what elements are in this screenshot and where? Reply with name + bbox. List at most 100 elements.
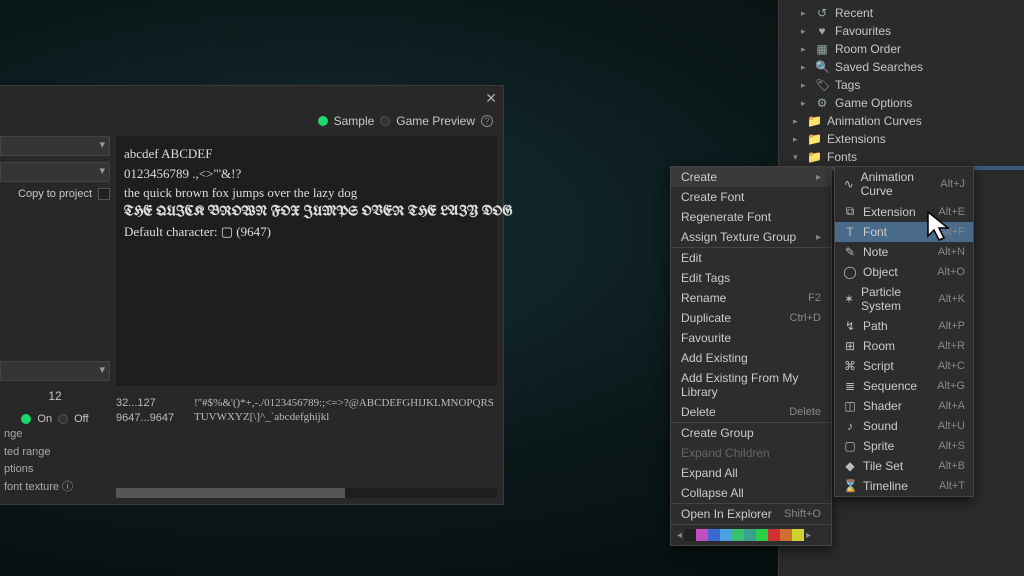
context-menu-item[interactable]: Edit <box>671 247 831 268</box>
create-submenu-item[interactable]: ◆Tile SetAlt+B <box>835 456 973 476</box>
preview-line: Default character: ▢ (9647) <box>124 222 489 242</box>
timeline-icon: ⌛ <box>843 479 857 493</box>
char-range[interactable]: 32...127 <box>116 396 186 411</box>
sound-icon: ♪ <box>843 419 857 433</box>
tree-quick-item[interactable]: ▸🏷Tags <box>779 76 1024 94</box>
extension-icon: ⧉ <box>843 204 857 219</box>
create-submenu-item[interactable]: ⧉ExtensionAlt+E <box>835 201 973 222</box>
tile set-icon: ◆ <box>843 459 857 473</box>
context-menu-create[interactable]: Create▸ <box>671 167 831 187</box>
animation curve-icon: ∿ <box>843 177 855 191</box>
color-swatch[interactable] <box>744 529 756 541</box>
font-size-value[interactable]: 12 <box>0 389 110 403</box>
off-label[interactable]: Off <box>74 413 88 425</box>
create-submenu-item[interactable]: ✶Particle SystemAlt+K <box>835 282 973 316</box>
color-swatch[interactable] <box>684 529 696 541</box>
font-size-controls: 12 On Off <box>0 361 110 425</box>
tree-quick-item[interactable]: ▸⚙Game Options <box>779 94 1024 112</box>
context-menu-item[interactable]: Expand All <box>671 463 831 483</box>
font-editor-panel: ✕ Sample Game Preview ? Copy to project … <box>0 85 504 505</box>
create-submenu-item[interactable]: ↯PathAlt+P <box>835 316 973 336</box>
color-swatch[interactable] <box>780 529 792 541</box>
create-submenu-item[interactable]: ⌛TimelineAlt+T <box>835 476 973 496</box>
create-submenu-item[interactable]: ⊞RoomAlt+R <box>835 336 973 356</box>
game-preview-radio[interactable] <box>380 116 390 126</box>
sequence-icon: ≣ <box>843 379 857 393</box>
create-submenu-item[interactable]: ▢SpriteAlt+S <box>835 436 973 456</box>
range-option[interactable]: ted range <box>4 444 108 462</box>
on-label[interactable]: On <box>37 413 52 425</box>
particle system-icon: ✶ <box>843 292 855 306</box>
tree-quick-item[interactable]: ▸🔍Saved Searches <box>779 58 1024 76</box>
script-icon: ⌘ <box>843 359 857 373</box>
close-icon[interactable]: ✕ <box>485 90 497 107</box>
color-swatch[interactable] <box>792 529 804 541</box>
charset-strip: 32...127 9647...9647 !"#$%&'()*+,-./0123… <box>116 396 497 427</box>
context-menu-item[interactable]: Create Group <box>671 422 831 443</box>
color-swatch[interactable] <box>768 529 780 541</box>
context-menu-item[interactable]: Open In ExplorerShift+O <box>671 503 831 524</box>
path-icon: ↯ <box>843 319 857 333</box>
range-option[interactable]: ptions <box>4 461 108 479</box>
context-menu-item[interactable]: Favourite <box>671 328 831 348</box>
tree-quick-item[interactable]: ▸♥Favourites <box>779 22 1024 40</box>
preview-line: THE QUICK BROWN FOX JUMPS OVER THE LAZY … <box>124 203 489 223</box>
help-icon[interactable]: ? <box>481 115 493 127</box>
context-menu-item: Expand Children <box>671 443 831 463</box>
char-range[interactable]: 9647...9647 <box>116 411 186 426</box>
game-preview-label[interactable]: Game Preview <box>396 114 475 128</box>
aa-off-radio[interactable] <box>58 414 68 424</box>
context-menu-item[interactable]: RenameF2 <box>671 288 831 308</box>
preview-line: the quick brown fox jumps over the lazy … <box>124 183 489 203</box>
context-menu-item[interactable]: DuplicateCtrl+D <box>671 308 831 328</box>
context-menu-item[interactable]: Create Font <box>671 187 831 207</box>
tree-quick-item[interactable]: ▸↺Recent <box>779 4 1024 22</box>
font-style-dropdown[interactable] <box>0 162 110 182</box>
tree-folder[interactable]: ▸📁Extensions <box>779 130 1024 148</box>
color-swatch[interactable] <box>696 529 708 541</box>
create-submenu-item[interactable]: ◯ObjectAlt+O <box>835 262 973 282</box>
font-family-dropdown[interactable] <box>0 136 110 156</box>
color-next[interactable]: ▸ <box>804 530 813 541</box>
color-swatch[interactable] <box>708 529 720 541</box>
context-menu: Create▸Create FontRegenerate FontAssign … <box>670 166 832 546</box>
create-submenu-item[interactable]: ⌘ScriptAlt+C <box>835 356 973 376</box>
color-swatch[interactable] <box>720 529 732 541</box>
note-icon: ✎ <box>843 245 857 259</box>
copy-to-project-checkbox[interactable] <box>98 188 110 200</box>
context-menu-item[interactable]: DeleteDelete <box>671 402 831 422</box>
create-submenu: ∿Animation CurveAlt+J⧉ExtensionAlt+ETFon… <box>834 166 974 497</box>
aa-on-radio[interactable] <box>21 414 31 424</box>
create-submenu-item[interactable]: ◫ShaderAlt+A <box>835 396 973 416</box>
context-menu-item[interactable]: Edit Tags <box>671 268 831 288</box>
context-menu-item[interactable]: Regenerate Font <box>671 207 831 227</box>
color-swatch[interactable] <box>732 529 744 541</box>
range-options: nge ted range ptions font texture ⓘ <box>0 426 108 496</box>
create-submenu-item[interactable]: TFontAlt+F <box>835 222 973 242</box>
tree-folder[interactable]: ▸📁Animation Curves <box>779 112 1024 130</box>
scrollbar-thumb[interactable] <box>116 488 345 498</box>
font-settings-column: Copy to project <box>0 136 110 200</box>
context-menu-item[interactable]: Add Existing <box>671 348 831 368</box>
tree-quick-item[interactable]: ▸▦Room Order <box>779 40 1024 58</box>
range-option[interactable]: font texture ⓘ <box>4 479 108 497</box>
font-icon: T <box>843 225 857 239</box>
create-submenu-item[interactable]: ✎NoteAlt+N <box>835 242 973 262</box>
sample-label[interactable]: Sample <box>334 114 375 128</box>
color-swatch[interactable] <box>756 529 768 541</box>
range-option[interactable]: nge <box>4 426 108 444</box>
create-submenu-item[interactable]: ♪SoundAlt+U <box>835 416 973 436</box>
context-menu-item[interactable]: Add Existing From My Library <box>671 368 831 402</box>
create-submenu-item[interactable]: ≣SequenceAlt+G <box>835 376 973 396</box>
preview-scrollbar[interactable] <box>116 488 497 498</box>
object-icon: ◯ <box>843 265 857 279</box>
preset-dropdown[interactable] <box>0 361 110 381</box>
context-menu-item[interactable]: Assign Texture Group▸ <box>671 227 831 247</box>
sprite-icon: ▢ <box>843 439 857 453</box>
sample-radio[interactable] <box>318 116 328 126</box>
color-prev[interactable]: ◂ <box>675 530 684 541</box>
font-preview-area: abcdef ABCDEF 0123456789 .,<>"'&!? the q… <box>116 136 497 386</box>
create-submenu-item[interactable]: ∿Animation CurveAlt+J <box>835 167 973 201</box>
context-menu-item[interactable]: Collapse All <box>671 483 831 503</box>
tree-folder[interactable]: ▾📁Fonts <box>779 148 1024 166</box>
